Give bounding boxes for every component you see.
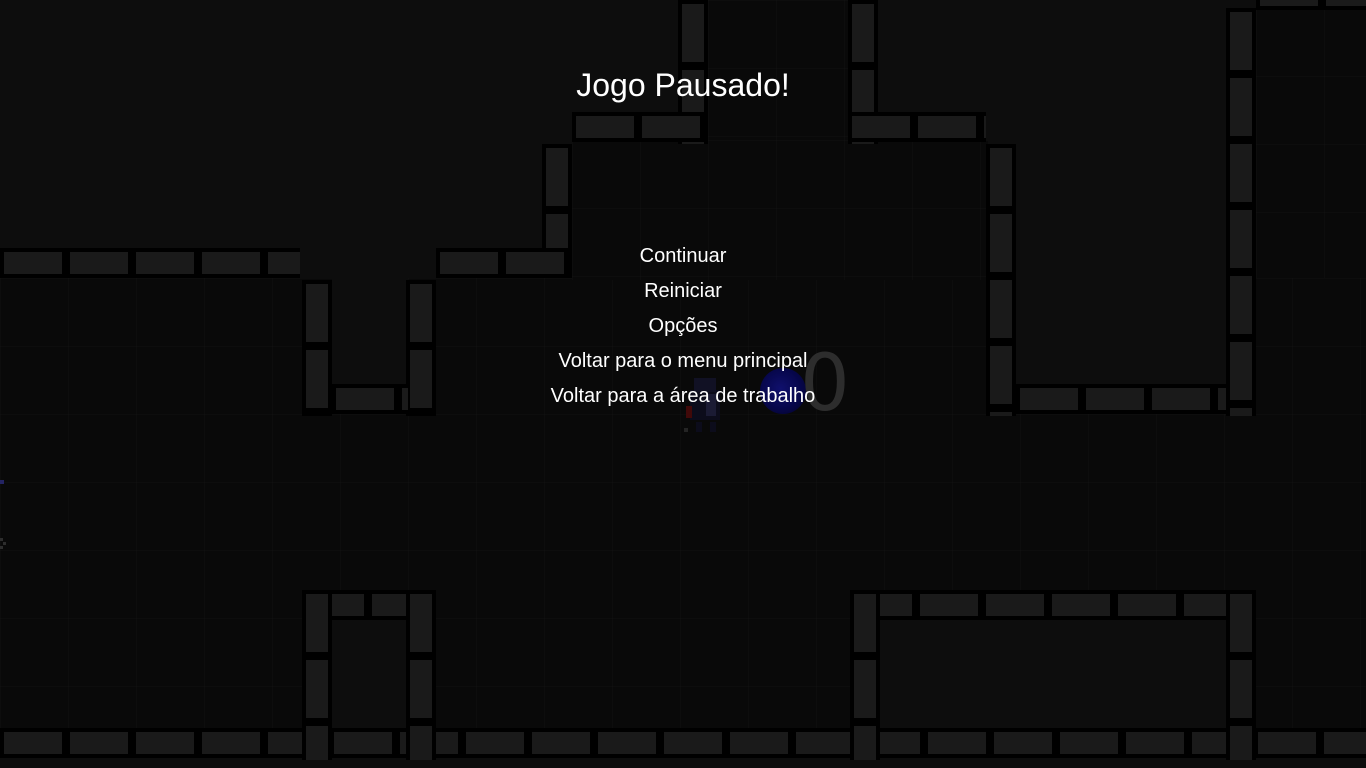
pause-title: Jogo Pausado! [576, 67, 790, 103]
menu-item-label: Voltar para a área de trabalho [550, 385, 816, 407]
options-button[interactable]: Opções [0, 309, 1366, 344]
restart-button[interactable]: Reiniciar [0, 274, 1366, 309]
menu-item-label: Reiniciar [644, 280, 722, 302]
main-menu-button[interactable]: Voltar para o menu principal [0, 344, 1366, 379]
menu-item-label: Voltar para o menu principal [558, 350, 808, 372]
menu-item-label: Continuar [639, 245, 727, 267]
menu-item-label: Opções [648, 315, 718, 337]
pause-overlay: Jogo Pausado! Continuar Reiniciar Opções… [0, 0, 1366, 768]
continue-button[interactable]: Continuar [0, 239, 1366, 274]
pause-menu: Continuar Reiniciar Opções Voltar para o… [0, 239, 1366, 414]
exit-to-desktop-button[interactable]: Voltar para a área de trabalho [0, 379, 1366, 414]
